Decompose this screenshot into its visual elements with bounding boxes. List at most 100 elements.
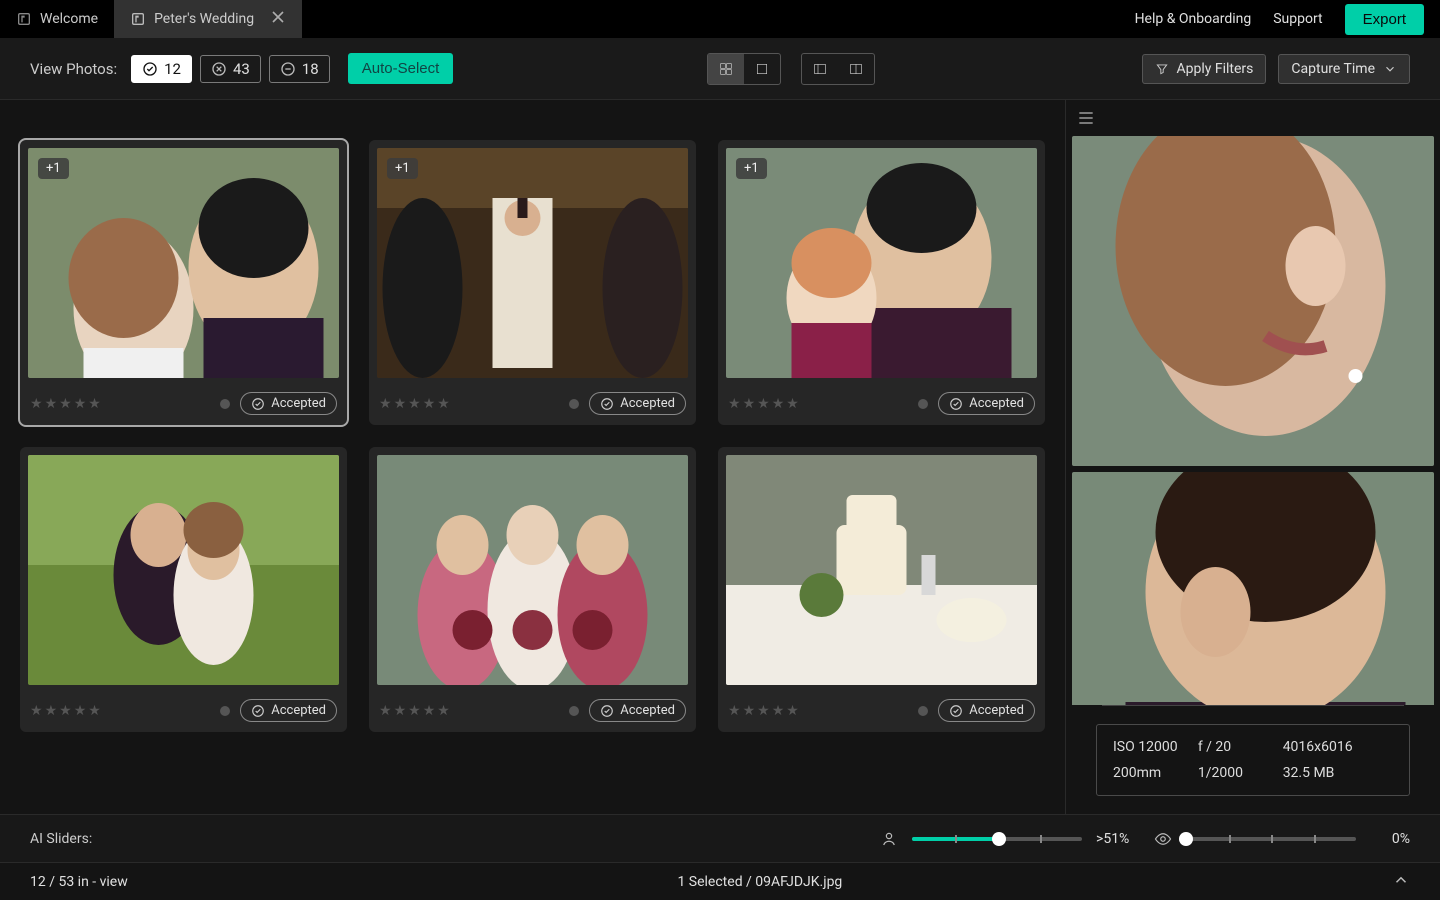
meta-dimensions: 4016x6016 — [1283, 739, 1393, 755]
preview-pane — [1066, 136, 1440, 705]
menu-icon — [1076, 108, 1096, 128]
color-tag[interactable] — [569, 399, 579, 409]
photo-card-bar: ★★★★★ Accepted — [20, 693, 347, 732]
status-count: 12 / 53 in - view — [30, 874, 128, 890]
meta-size: 32.5 MB — [1283, 765, 1393, 781]
photo-grid: +1 ★★★★★ Accepted +1 ★★★★★ Accepted +1 ★★★★★ Acc… — [20, 140, 1045, 732]
view-photos-label: View Photos: — [30, 60, 117, 78]
support-link[interactable]: Support — [1273, 11, 1322, 27]
tab-project-label: Peter's Wedding — [154, 11, 254, 27]
status-pill[interactable]: Accepted — [589, 392, 686, 415]
sort-dropdown[interactable]: Capture Time — [1278, 54, 1410, 84]
photo-card-bar: ★★★★★ Accepted — [20, 386, 347, 425]
chevron-down-icon — [1383, 62, 1397, 76]
status-bar: 12 / 53 in - view 1 Selected / 09AFJDJK.… — [0, 862, 1440, 900]
photo-thumbnail[interactable] — [726, 455, 1037, 685]
rating-stars[interactable]: ★★★★★ — [728, 396, 799, 412]
meta-iso: ISO 12000 — [1113, 739, 1198, 755]
view-panel-left-button[interactable] — [802, 54, 838, 84]
ai-sliders-bar: AI Sliders: >51% 0% — [0, 814, 1440, 862]
filter-icon — [1155, 62, 1169, 76]
rating-stars[interactable]: ★★★★★ — [30, 703, 101, 719]
stack-badge: +1 — [38, 158, 69, 179]
face-slider[interactable] — [912, 837, 1082, 841]
filter-other[interactable]: 18 — [269, 55, 330, 83]
eye-slider-value: 0% — [1370, 831, 1410, 847]
filter-rejected[interactable]: 43 — [200, 55, 261, 83]
view-grid-button[interactable] — [708, 54, 744, 84]
check-circle-icon — [949, 704, 963, 718]
side-panel: ISO 12000 f / 20 4016x6016 200mm 1/2000 … — [1065, 100, 1440, 814]
tab-project[interactable]: Peter's Wedding — [114, 0, 302, 38]
export-button[interactable]: Export — [1345, 4, 1424, 35]
photo-card[interactable]: +1 ★★★★★ Accepted — [369, 140, 696, 425]
view-split-button[interactable] — [838, 54, 874, 84]
layout-group-split — [801, 53, 875, 85]
photo-thumbnail[interactable]: +1 — [28, 148, 339, 378]
preview-image-1[interactable] — [1072, 136, 1434, 466]
check-circle-icon — [251, 704, 265, 718]
panel-left-icon — [812, 61, 828, 77]
check-circle-icon — [142, 61, 158, 77]
toolbar: View Photos: 12 43 18 Auto-Select — [0, 38, 1440, 100]
tab-welcome[interactable]: Welcome — [0, 0, 114, 38]
photo-card[interactable]: +1 ★★★★★ Accepted — [718, 140, 1045, 425]
check-circle-icon — [600, 397, 614, 411]
logo-icon — [130, 11, 146, 27]
meta-aperture: f / 20 — [1198, 739, 1283, 755]
minus-circle-icon — [280, 61, 296, 77]
rating-stars[interactable]: ★★★★★ — [379, 396, 450, 412]
color-tag[interactable] — [918, 706, 928, 716]
photo-thumbnail[interactable] — [28, 455, 339, 685]
help-link[interactable]: Help & Onboarding — [1135, 11, 1252, 27]
person-icon — [880, 830, 898, 848]
rating-stars[interactable]: ★★★★★ — [30, 396, 101, 412]
check-circle-icon — [949, 397, 963, 411]
stack-badge: +1 — [387, 158, 418, 179]
status-pill[interactable]: Accepted — [589, 699, 686, 722]
layout-group-grid — [707, 53, 781, 85]
eye-icon — [1154, 830, 1172, 848]
eye-slider[interactable] — [1186, 837, 1356, 841]
photo-card[interactable]: +1 ★★★★★ Accepted — [20, 140, 347, 425]
view-single-button[interactable] — [744, 54, 780, 84]
close-icon[interactable] — [270, 9, 286, 29]
apply-filters-button[interactable]: Apply Filters — [1142, 54, 1267, 84]
square-icon — [754, 61, 770, 77]
status-pill[interactable]: Accepted — [240, 699, 337, 722]
photo-card[interactable]: ★★★★★ Accepted — [369, 447, 696, 732]
logo-icon — [16, 11, 32, 27]
auto-select-button[interactable]: Auto-Select — [348, 53, 454, 84]
color-tag[interactable] — [220, 706, 230, 716]
status-pill[interactable]: Accepted — [938, 699, 1035, 722]
status-pill[interactable]: Accepted — [240, 392, 337, 415]
photo-card-bar: ★★★★★ Accepted — [369, 693, 696, 732]
metadata-panel: ISO 12000 f / 20 4016x6016 200mm 1/2000 … — [1096, 724, 1410, 796]
photo-grid-scroll[interactable]: +1 ★★★★★ Accepted +1 ★★★★★ Accepted +1 ★★★★★ Acc… — [0, 100, 1065, 814]
meta-shutter: 1/2000 — [1198, 765, 1283, 781]
meta-focal: 200mm — [1113, 765, 1198, 781]
ai-sliders-label: AI Sliders: — [30, 831, 92, 847]
rating-stars[interactable]: ★★★★★ — [379, 703, 450, 719]
photo-card[interactable]: ★★★★★ Accepted — [20, 447, 347, 732]
status-pill[interactable]: Accepted — [938, 392, 1035, 415]
photo-card-bar: ★★★★★ Accepted — [369, 386, 696, 425]
panel-menu-button[interactable] — [1066, 100, 1440, 136]
stack-badge: +1 — [736, 158, 767, 179]
photo-thumbnail[interactable]: +1 — [377, 148, 688, 378]
photo-card[interactable]: ★★★★★ Accepted — [718, 447, 1045, 732]
color-tag[interactable] — [918, 399, 928, 409]
grid-icon — [718, 61, 734, 77]
check-circle-icon — [600, 704, 614, 718]
expand-button[interactable] — [1392, 871, 1410, 893]
header-right: Help & Onboarding Support Export — [1135, 0, 1440, 38]
preview-image-2[interactable] — [1072, 472, 1434, 705]
photo-thumbnail[interactable]: +1 — [726, 148, 1037, 378]
filter-accepted[interactable]: 12 — [131, 55, 192, 83]
face-slider-value: >51% — [1096, 831, 1140, 847]
tab-bar: Welcome Peter's Wedding Help & Onboardin… — [0, 0, 1440, 38]
rating-stars[interactable]: ★★★★★ — [728, 703, 799, 719]
color-tag[interactable] — [220, 399, 230, 409]
photo-thumbnail[interactable] — [377, 455, 688, 685]
color-tag[interactable] — [569, 706, 579, 716]
